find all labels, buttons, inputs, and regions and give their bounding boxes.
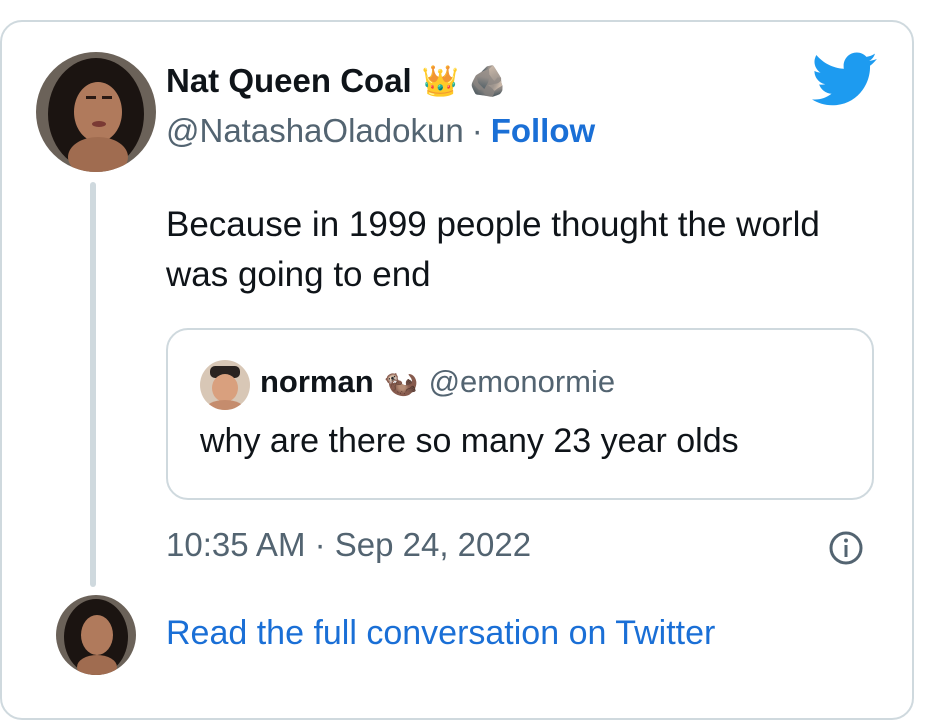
handle-row: @NatashaOladokun · Follow: [166, 112, 595, 150]
follow-button[interactable]: Follow: [491, 112, 595, 150]
author-handle[interactable]: @NatashaOladokun: [166, 112, 464, 150]
tweet-timestamp[interactable]: 10:35 AM · Sep 24, 2022: [166, 526, 531, 564]
author-avatar[interactable]: [36, 52, 156, 172]
separator-dot: ·: [471, 112, 483, 149]
read-full-conversation-link[interactable]: Read the full conversation on Twitter: [166, 614, 715, 653]
quoted-tweet[interactable]: norman 🦦 @emonormie why are there so man…: [166, 328, 874, 500]
quote-header: norman 🦦 @emonormie: [260, 364, 615, 400]
reply-avatar[interactable]: [56, 595, 136, 675]
thread-line: [90, 182, 96, 587]
quote-author-avatar: [200, 360, 250, 410]
quote-author-handle: @emonormie: [428, 364, 616, 399]
tweet-text: Because in 1999 people thought the world…: [166, 205, 820, 294]
rock-emoji-icon: 🪨: [469, 64, 507, 98]
quote-author-name: norman: [260, 364, 374, 399]
crown-emoji-icon: 👑: [421, 64, 460, 98]
author-name-row: Nat Queen Coal 👑 🪨: [166, 62, 506, 100]
author-name[interactable]: Nat Queen Coal: [166, 62, 412, 100]
info-icon[interactable]: [828, 530, 864, 566]
twitter-bird-icon[interactable]: [812, 52, 878, 108]
quote-text: why are there so many 23 year olds: [200, 422, 739, 460]
otter-emoji-icon: 🦦: [383, 366, 419, 398]
